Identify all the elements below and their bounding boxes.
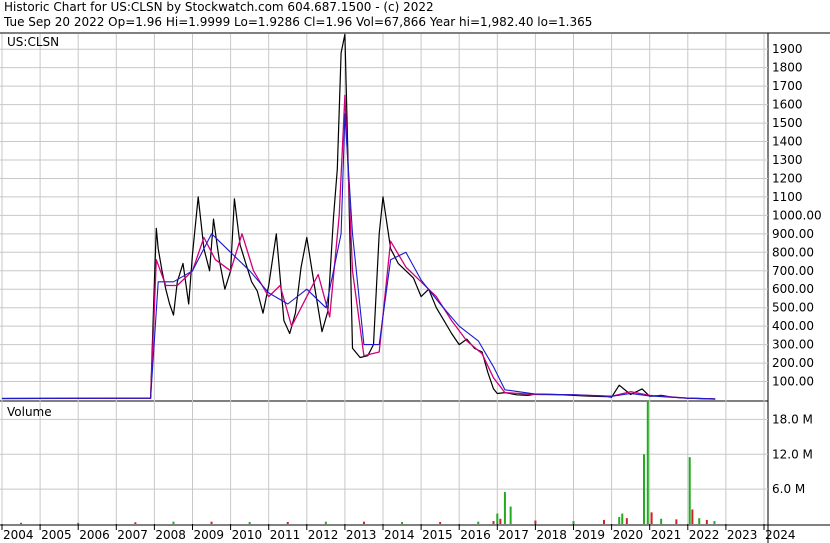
price-y-tick: 600.00 bbox=[772, 282, 814, 296]
volume-bar bbox=[660, 518, 663, 524]
volume-y-tick: 6.0 M bbox=[772, 482, 805, 496]
year-tick: 2007 bbox=[117, 528, 148, 542]
volume-bar bbox=[210, 521, 213, 524]
x-axis-labels: 2004 2005 2006 2007 2008 2009 2010 2011 2012 2013… bbox=[1, 524, 796, 542]
volume-bar bbox=[646, 402, 649, 524]
year-tick: 2008 bbox=[155, 528, 186, 542]
price-y-tick: 1800 bbox=[772, 61, 803, 75]
volume-bar bbox=[362, 521, 365, 524]
volume-bar bbox=[688, 457, 691, 524]
year-tick: 2016 bbox=[460, 528, 491, 542]
volume-bar bbox=[572, 521, 575, 524]
volume-y-tick: 12.0 M bbox=[772, 447, 813, 461]
price-grid bbox=[0, 48, 768, 383]
volume-y-tick: 18.0 M bbox=[772, 412, 813, 426]
volume-bar bbox=[324, 521, 327, 524]
volume-bar bbox=[713, 521, 716, 524]
year-tick: 2017 bbox=[498, 528, 529, 542]
volume-panel-label: Volume bbox=[7, 405, 52, 419]
volume-bar bbox=[134, 522, 137, 524]
price-y-tick: 100.00 bbox=[772, 375, 814, 389]
volume-bar bbox=[492, 521, 495, 524]
volume-bar bbox=[691, 509, 694, 524]
price-y-tick: 1200 bbox=[772, 171, 803, 185]
price-y-tick: 300.00 bbox=[772, 338, 814, 352]
price-y-tick: 1700 bbox=[772, 79, 803, 93]
price-y-tick: 1000.00 bbox=[772, 208, 822, 222]
stock-chart: 100.00 200.00 300.00 400.00 500.00 600.00 700.… bbox=[0, 32, 830, 543]
volume-bar bbox=[698, 518, 701, 524]
year-tick: 2011 bbox=[270, 528, 301, 542]
volume-bar bbox=[248, 521, 251, 524]
year-tick: 2010 bbox=[232, 528, 263, 542]
volume-bar bbox=[650, 512, 653, 524]
year-tick: 2009 bbox=[194, 528, 225, 542]
year-tick: 2019 bbox=[575, 528, 606, 542]
price-y-tick: 1100 bbox=[772, 190, 803, 204]
volume-bar bbox=[172, 521, 175, 524]
year-tick: 2005 bbox=[41, 528, 72, 542]
volume-bar bbox=[642, 454, 645, 524]
x-grid bbox=[1, 34, 765, 524]
volume-bar bbox=[20, 522, 23, 524]
year-tick: 2024 bbox=[765, 528, 796, 542]
year-tick: 2020 bbox=[613, 528, 644, 542]
year-tick: 2022 bbox=[689, 528, 720, 542]
year-tick: 2013 bbox=[346, 528, 377, 542]
price-y-tick: 500.00 bbox=[772, 301, 814, 315]
volume-bar bbox=[439, 521, 442, 524]
volume-bar bbox=[503, 492, 506, 524]
volume-bar bbox=[625, 518, 628, 524]
volume-bar bbox=[675, 519, 678, 524]
year-tick: 2021 bbox=[651, 528, 682, 542]
volume-y-axis-labels: 6.0 M 12.0 M 18.0 M bbox=[772, 412, 813, 496]
price-y-tick: 1500 bbox=[772, 116, 803, 130]
price-y-tick: 1900 bbox=[772, 42, 803, 56]
price-y-tick: 200.00 bbox=[772, 356, 814, 370]
volume-bar bbox=[621, 513, 624, 524]
volume-bar bbox=[499, 518, 502, 524]
price-y-tick: 400.00 bbox=[772, 319, 814, 333]
price-y-tick: 900.00 bbox=[772, 227, 814, 241]
year-tick: 2014 bbox=[384, 528, 415, 542]
volume-grid bbox=[0, 418, 768, 490]
volume-bar bbox=[602, 519, 605, 524]
volume-bar bbox=[618, 517, 621, 524]
price-y-tick: 700.00 bbox=[772, 264, 814, 278]
volume-bar bbox=[705, 519, 708, 524]
volume-bar bbox=[534, 520, 537, 524]
price-y-tick: 1600 bbox=[772, 98, 803, 112]
volume-bar bbox=[477, 521, 480, 524]
year-tick: 2004 bbox=[3, 528, 34, 542]
year-tick: 2006 bbox=[79, 528, 110, 542]
price-y-tick: 1400 bbox=[772, 135, 803, 149]
year-tick: 2023 bbox=[727, 528, 758, 542]
year-tick: 2015 bbox=[422, 528, 453, 542]
short-moving-average-line bbox=[1, 94, 716, 400]
volume-bar bbox=[401, 521, 404, 524]
year-tick: 2018 bbox=[536, 528, 567, 542]
price-y-axis-labels: 100.00 200.00 300.00 400.00 500.00 600.00 700.… bbox=[772, 42, 822, 388]
price-panel-label: US:CLSN bbox=[7, 35, 59, 49]
price-y-tick: 1300 bbox=[772, 153, 803, 167]
volume-bar bbox=[509, 506, 512, 524]
volume-bar bbox=[496, 513, 499, 524]
volume-bar bbox=[286, 521, 289, 524]
year-tick: 2012 bbox=[308, 528, 339, 542]
price-y-tick: 800.00 bbox=[772, 245, 814, 259]
volume-bar bbox=[77, 522, 80, 524]
